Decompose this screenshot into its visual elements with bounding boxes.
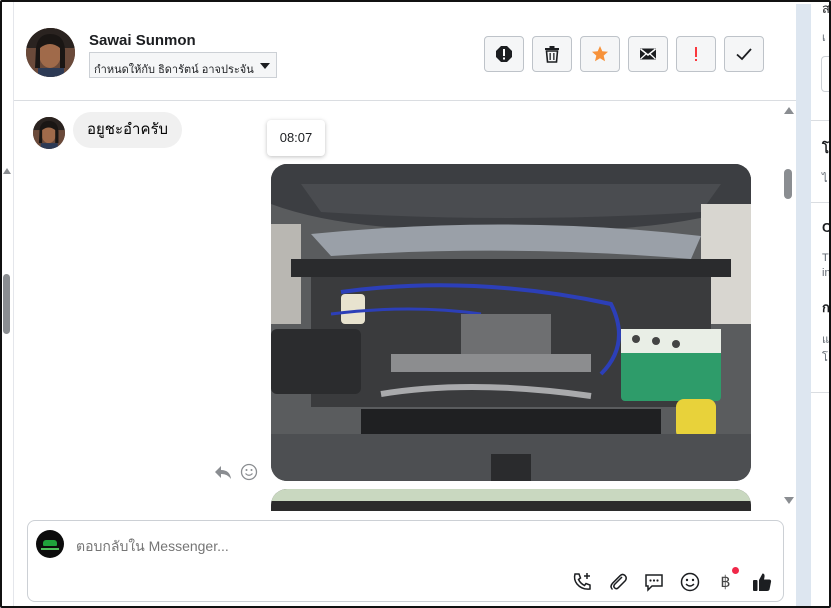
page-avatar: [36, 530, 64, 558]
engine-bay-photo[interactable]: [271, 164, 751, 481]
mark-unread-button[interactable]: [628, 36, 668, 72]
conversation-toolbar: [484, 36, 764, 72]
emoji-icon: [680, 572, 699, 591]
like-button[interactable]: [750, 570, 773, 593]
scroll-down-arrow-icon[interactable]: [784, 497, 794, 504]
emoji-button[interactable]: [678, 570, 701, 593]
panel-fragment: C: [822, 220, 831, 235]
contact-details-panel: ส เ โ ไ C T in ก แ โ: [811, 4, 831, 606]
envelope-icon: [640, 48, 656, 60]
panel-fragment: T: [822, 252, 829, 264]
reply-icon[interactable]: [214, 463, 232, 481]
trash-icon: [545, 46, 559, 63]
baht-payment-icon: ฿: [720, 572, 731, 591]
attach-button[interactable]: [606, 570, 629, 593]
thread-scrollbar[interactable]: [782, 101, 796, 511]
scroll-thumb[interactable]: [784, 169, 792, 199]
like-thumb-icon: [752, 573, 771, 591]
photo-edge: [271, 489, 751, 501]
incoming-message-bubble[interactable]: อยูชะอำครับ: [73, 112, 183, 148]
panel-input[interactable]: [821, 56, 829, 92]
assign-label: กำหนดให้กับ ธิดารัตน์ อาจประจัน: [94, 64, 254, 76]
panel-fragment: โ: [822, 352, 828, 364]
sender-avatar[interactable]: [33, 117, 65, 149]
saved-reply-icon: [644, 573, 663, 592]
panel-fragment: in: [822, 267, 831, 279]
exclamation-icon: [695, 47, 697, 61]
panel-fragment: ก: [822, 300, 830, 315]
second-photo-attachment[interactable]: [271, 489, 751, 511]
reply-composer: ฿: [27, 520, 784, 602]
conversation-header: Sawai Sunmon กำหนดให้กับ ธิดารัตน์ อาจปร…: [14, 4, 796, 101]
done-button[interactable]: [724, 36, 764, 72]
panel-divider: [796, 4, 811, 606]
left-scroll-up-icon[interactable]: [3, 168, 11, 174]
panel-divider-line: [811, 392, 829, 393]
app-frame: Sawai Sunmon กำหนดให้กับ ธิดารัตน์ อาจปร…: [0, 0, 831, 608]
panel-fragment: ไ: [822, 173, 828, 185]
page-logo-car: [43, 540, 57, 546]
reply-input[interactable]: [76, 536, 676, 556]
left-panel-resize-handle[interactable]: [3, 274, 10, 334]
left-collapse-edge: [2, 2, 14, 606]
star-icon: [592, 46, 608, 62]
delete-button[interactable]: [532, 36, 572, 72]
saved-reply-button[interactable]: [642, 570, 665, 593]
message-thread: อยูชะอำครับ 08:07: [14, 101, 782, 511]
panel-divider-line: [811, 202, 829, 203]
assign-dropdown[interactable]: กำหนดให้กับ ธิดารัตน์ อาจประจัน: [89, 52, 277, 78]
chevron-down-icon: [260, 63, 270, 69]
payment-button[interactable]: ฿: [714, 567, 739, 593]
follow-up-button[interactable]: [676, 36, 716, 72]
checkmark-icon: [736, 48, 752, 61]
spam-button[interactable]: [484, 36, 524, 72]
page-logo-text: [41, 548, 59, 550]
call-add-icon: [573, 572, 591, 590]
contact-name[interactable]: Sawai Sunmon: [89, 32, 196, 49]
message-timestamp-tooltip: 08:07: [267, 120, 325, 156]
notification-dot: [732, 567, 739, 574]
panel-fragment: โ: [822, 141, 829, 156]
panel-fragment: เ: [822, 32, 826, 44]
scroll-up-arrow-icon[interactable]: [784, 107, 794, 114]
attachment-icon: [609, 573, 627, 590]
react-emoji-icon[interactable]: [240, 463, 258, 481]
spam-alert-icon: [496, 46, 512, 62]
panel-divider-line: [811, 120, 829, 121]
message-actions: [214, 463, 258, 481]
panel-fragment: แ: [822, 334, 830, 346]
composer-toolbar: ฿: [570, 567, 773, 593]
contact-avatar[interactable]: [26, 28, 75, 77]
call-add-button[interactable]: [570, 570, 593, 593]
star-button[interactable]: [580, 36, 620, 72]
panel-fragment: ส: [822, 4, 830, 16]
